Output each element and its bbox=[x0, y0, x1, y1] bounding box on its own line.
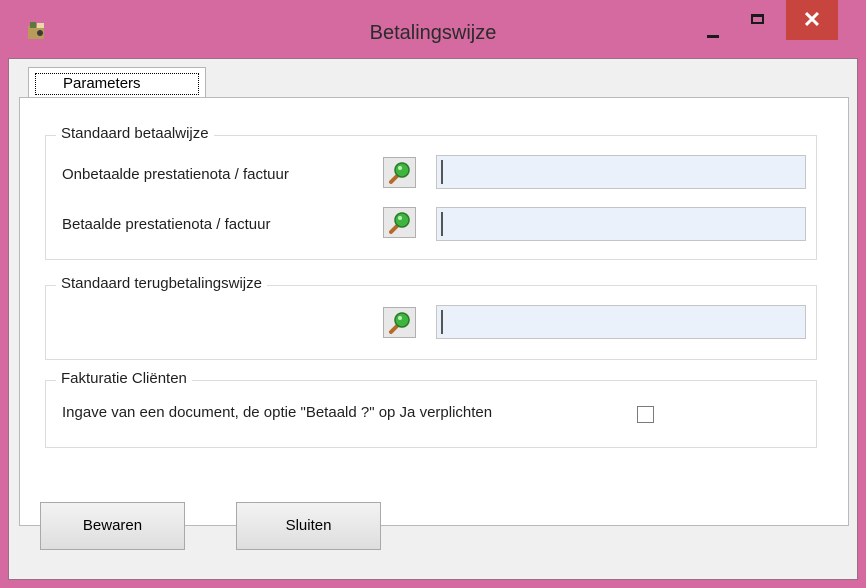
unpaid-invoice-field[interactable] bbox=[436, 155, 806, 189]
unpaid-invoice-label: Onbetaalde prestatienota / factuur bbox=[62, 166, 289, 183]
require-paid-label: Ingave van een document, de optie "Betaa… bbox=[62, 404, 493, 421]
window: Betalingswijze ✕ Parameters Standaard be… bbox=[0, 0, 866, 588]
maximize-button[interactable] bbox=[742, 10, 772, 36]
magnifier-icon bbox=[389, 312, 410, 334]
unpaid-invoice-search-button[interactable] bbox=[383, 157, 416, 188]
refund-search-button[interactable] bbox=[383, 307, 416, 338]
group-title-standard-payment: Standaard betaalwijze bbox=[56, 125, 214, 142]
paid-invoice-field[interactable] bbox=[436, 207, 806, 241]
client-area: Parameters Standaard betaalwijze Onbetaa… bbox=[8, 58, 858, 580]
group-standard-payment: Standaard betaalwijze Onbetaalde prestat… bbox=[45, 125, 817, 260]
refund-field[interactable] bbox=[436, 305, 806, 339]
require-paid-checkbox[interactable] bbox=[637, 406, 654, 423]
magnifier-icon bbox=[389, 162, 410, 184]
tab-page-parameters: Standaard betaalwijze Onbetaalde prestat… bbox=[19, 97, 849, 526]
close-dialog-button[interactable]: Sluiten bbox=[236, 502, 381, 550]
magnifier-icon bbox=[389, 212, 410, 234]
paid-invoice-label: Betaalde prestatienota / factuur bbox=[62, 216, 271, 233]
group-standard-refund: Standaard terugbetalingswijze bbox=[45, 275, 817, 360]
close-button[interactable]: ✕ bbox=[786, 0, 838, 40]
tab-parameters[interactable]: Parameters bbox=[28, 67, 206, 98]
window-title: Betalingswijze bbox=[369, 22, 497, 44]
save-button[interactable]: Bewaren bbox=[40, 502, 185, 550]
group-client-invoicing: Fakturatie Cliënten Ingave van een docum… bbox=[45, 370, 817, 448]
group-title-standard-refund: Standaard terugbetalingswijze bbox=[56, 275, 267, 292]
group-title-client-invoicing: Fakturatie Cliënten bbox=[56, 370, 192, 387]
tab-label: Parameters bbox=[35, 73, 199, 95]
title-bar[interactable]: Betalingswijze ✕ bbox=[0, 0, 866, 58]
paid-invoice-search-button[interactable] bbox=[383, 207, 416, 238]
minimize-button[interactable] bbox=[698, 14, 728, 40]
